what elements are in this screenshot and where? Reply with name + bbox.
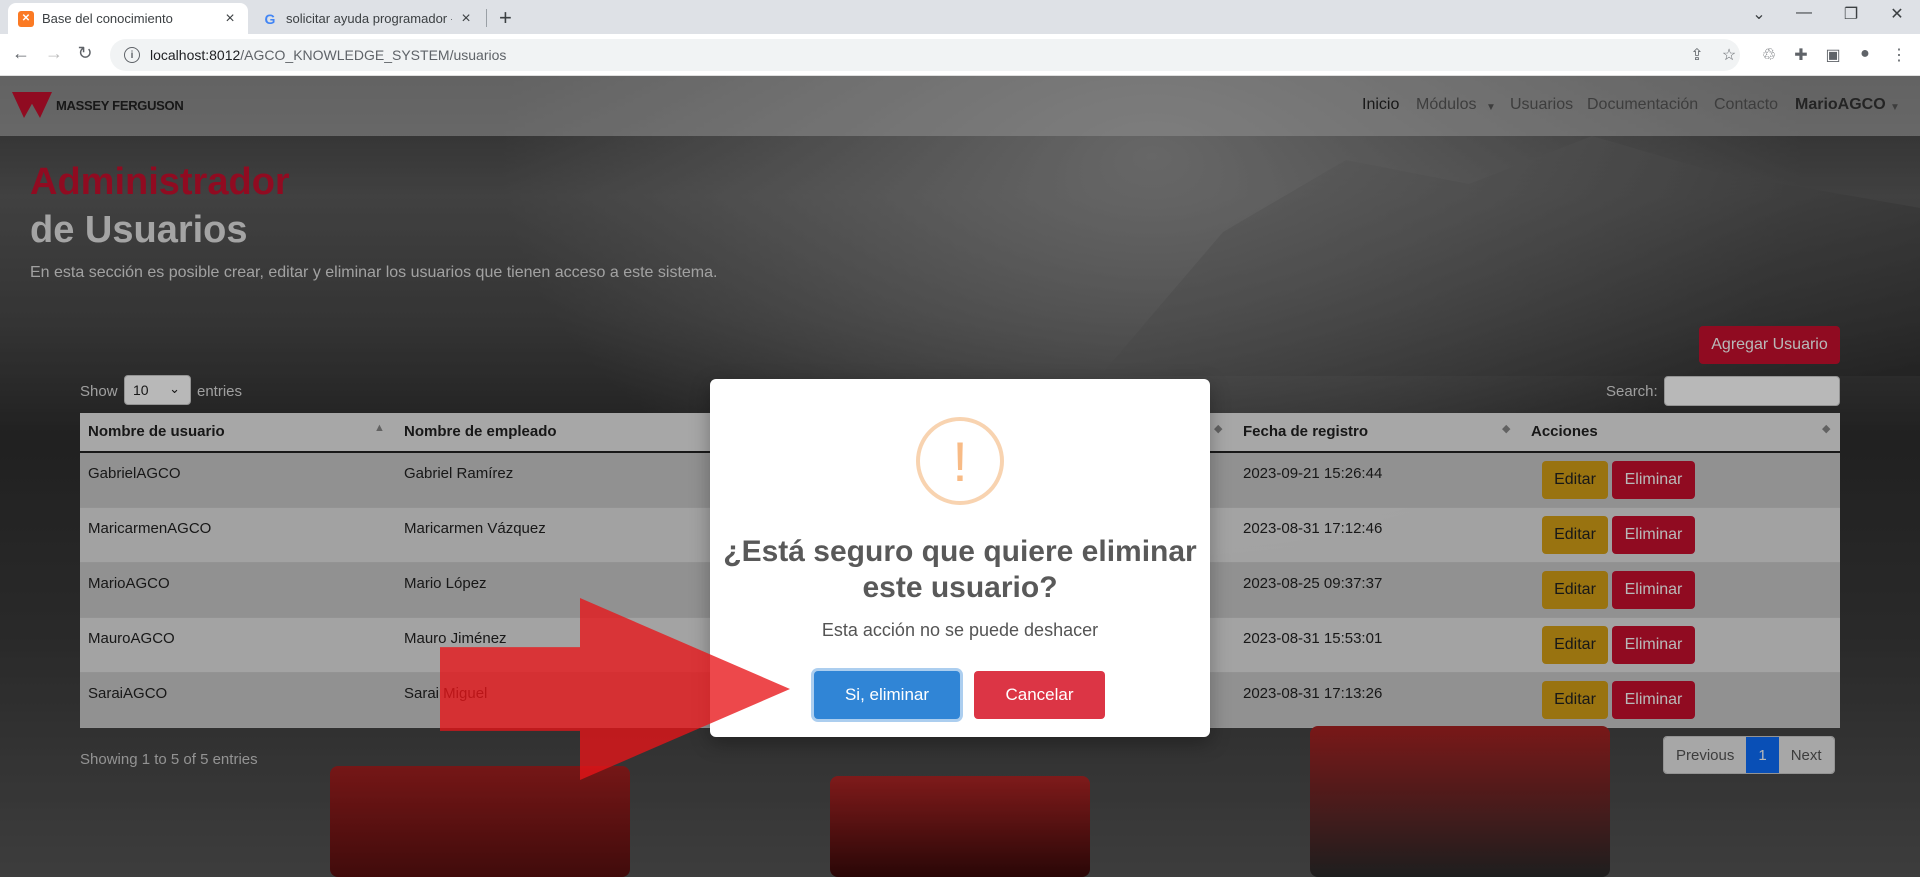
tab-title: Base del conocimiento xyxy=(42,11,173,26)
tab-title: solicitar ayuda programador - Bú xyxy=(286,11,452,26)
dialog-title: ¿Está seguro que quiere eliminar este us… xyxy=(723,535,1197,604)
forward-icon[interactable]: → xyxy=(42,43,66,64)
xampp-favicon-icon: ✕ xyxy=(18,10,34,27)
back-icon[interactable]: ← xyxy=(9,43,33,64)
minimize-icon[interactable]: — xyxy=(1784,4,1824,22)
url-path: /AGCO_KNOWLEDGE_SYSTEM/usuarios xyxy=(240,47,507,63)
warning-icon: ! xyxy=(916,417,1004,505)
confirm-delete-dialog: ! ¿Está seguro que quiere eliminar este … xyxy=(710,379,1210,737)
address-bar[interactable]: i localhost:8012/AGCO_KNOWLEDGE_SYSTEM/u… xyxy=(110,39,1740,71)
new-tab-icon[interactable]: + xyxy=(499,5,512,31)
dialog-text: Esta acción no se puede deshacer xyxy=(821,620,1099,640)
bookmark-star-icon[interactable]: ☆ xyxy=(1718,45,1740,65)
confirm-delete-button[interactable]: Si, eliminar xyxy=(814,671,960,719)
restore-icon[interactable]: ❐ xyxy=(1831,4,1871,24)
extensions-puzzle-icon[interactable]: ✚ xyxy=(1790,45,1812,65)
browser-toolbar: ← → ↻ i localhost:8012/AGCO_KNOWLEDGE_SY… xyxy=(0,34,1920,76)
tab-search-icon[interactable]: ⌄ xyxy=(1739,4,1779,24)
tab-close-icon[interactable]: × xyxy=(458,10,474,28)
url-host: localhost:8012 xyxy=(150,47,241,63)
site-info-icon[interactable]: i xyxy=(124,47,140,63)
close-window-icon[interactable]: ✕ xyxy=(1877,4,1917,24)
share-icon[interactable]: ⇪ xyxy=(1686,45,1708,65)
recycle-extension-icon[interactable]: ♲ xyxy=(1758,45,1780,65)
side-panel-icon[interactable]: ▣ xyxy=(1822,45,1844,65)
chrome-menu-icon[interactable]: ⋮ xyxy=(1888,45,1910,65)
tab-close-icon[interactable]: × xyxy=(222,10,238,28)
tab-separator xyxy=(486,9,487,27)
profile-avatar-icon[interactable]: ● xyxy=(1854,45,1876,63)
browser-tab-active[interactable]: ✕ Base del conocimiento × xyxy=(8,3,248,34)
browser-tab[interactable]: G solicitar ayuda programador - Bú × xyxy=(252,3,484,34)
google-favicon-icon: G xyxy=(264,10,276,27)
browser-tab-strip: ✕ Base del conocimiento × G solicitar ay… xyxy=(0,0,1920,34)
cancel-button[interactable]: Cancelar xyxy=(974,671,1105,719)
reload-icon[interactable]: ↻ xyxy=(73,43,97,64)
